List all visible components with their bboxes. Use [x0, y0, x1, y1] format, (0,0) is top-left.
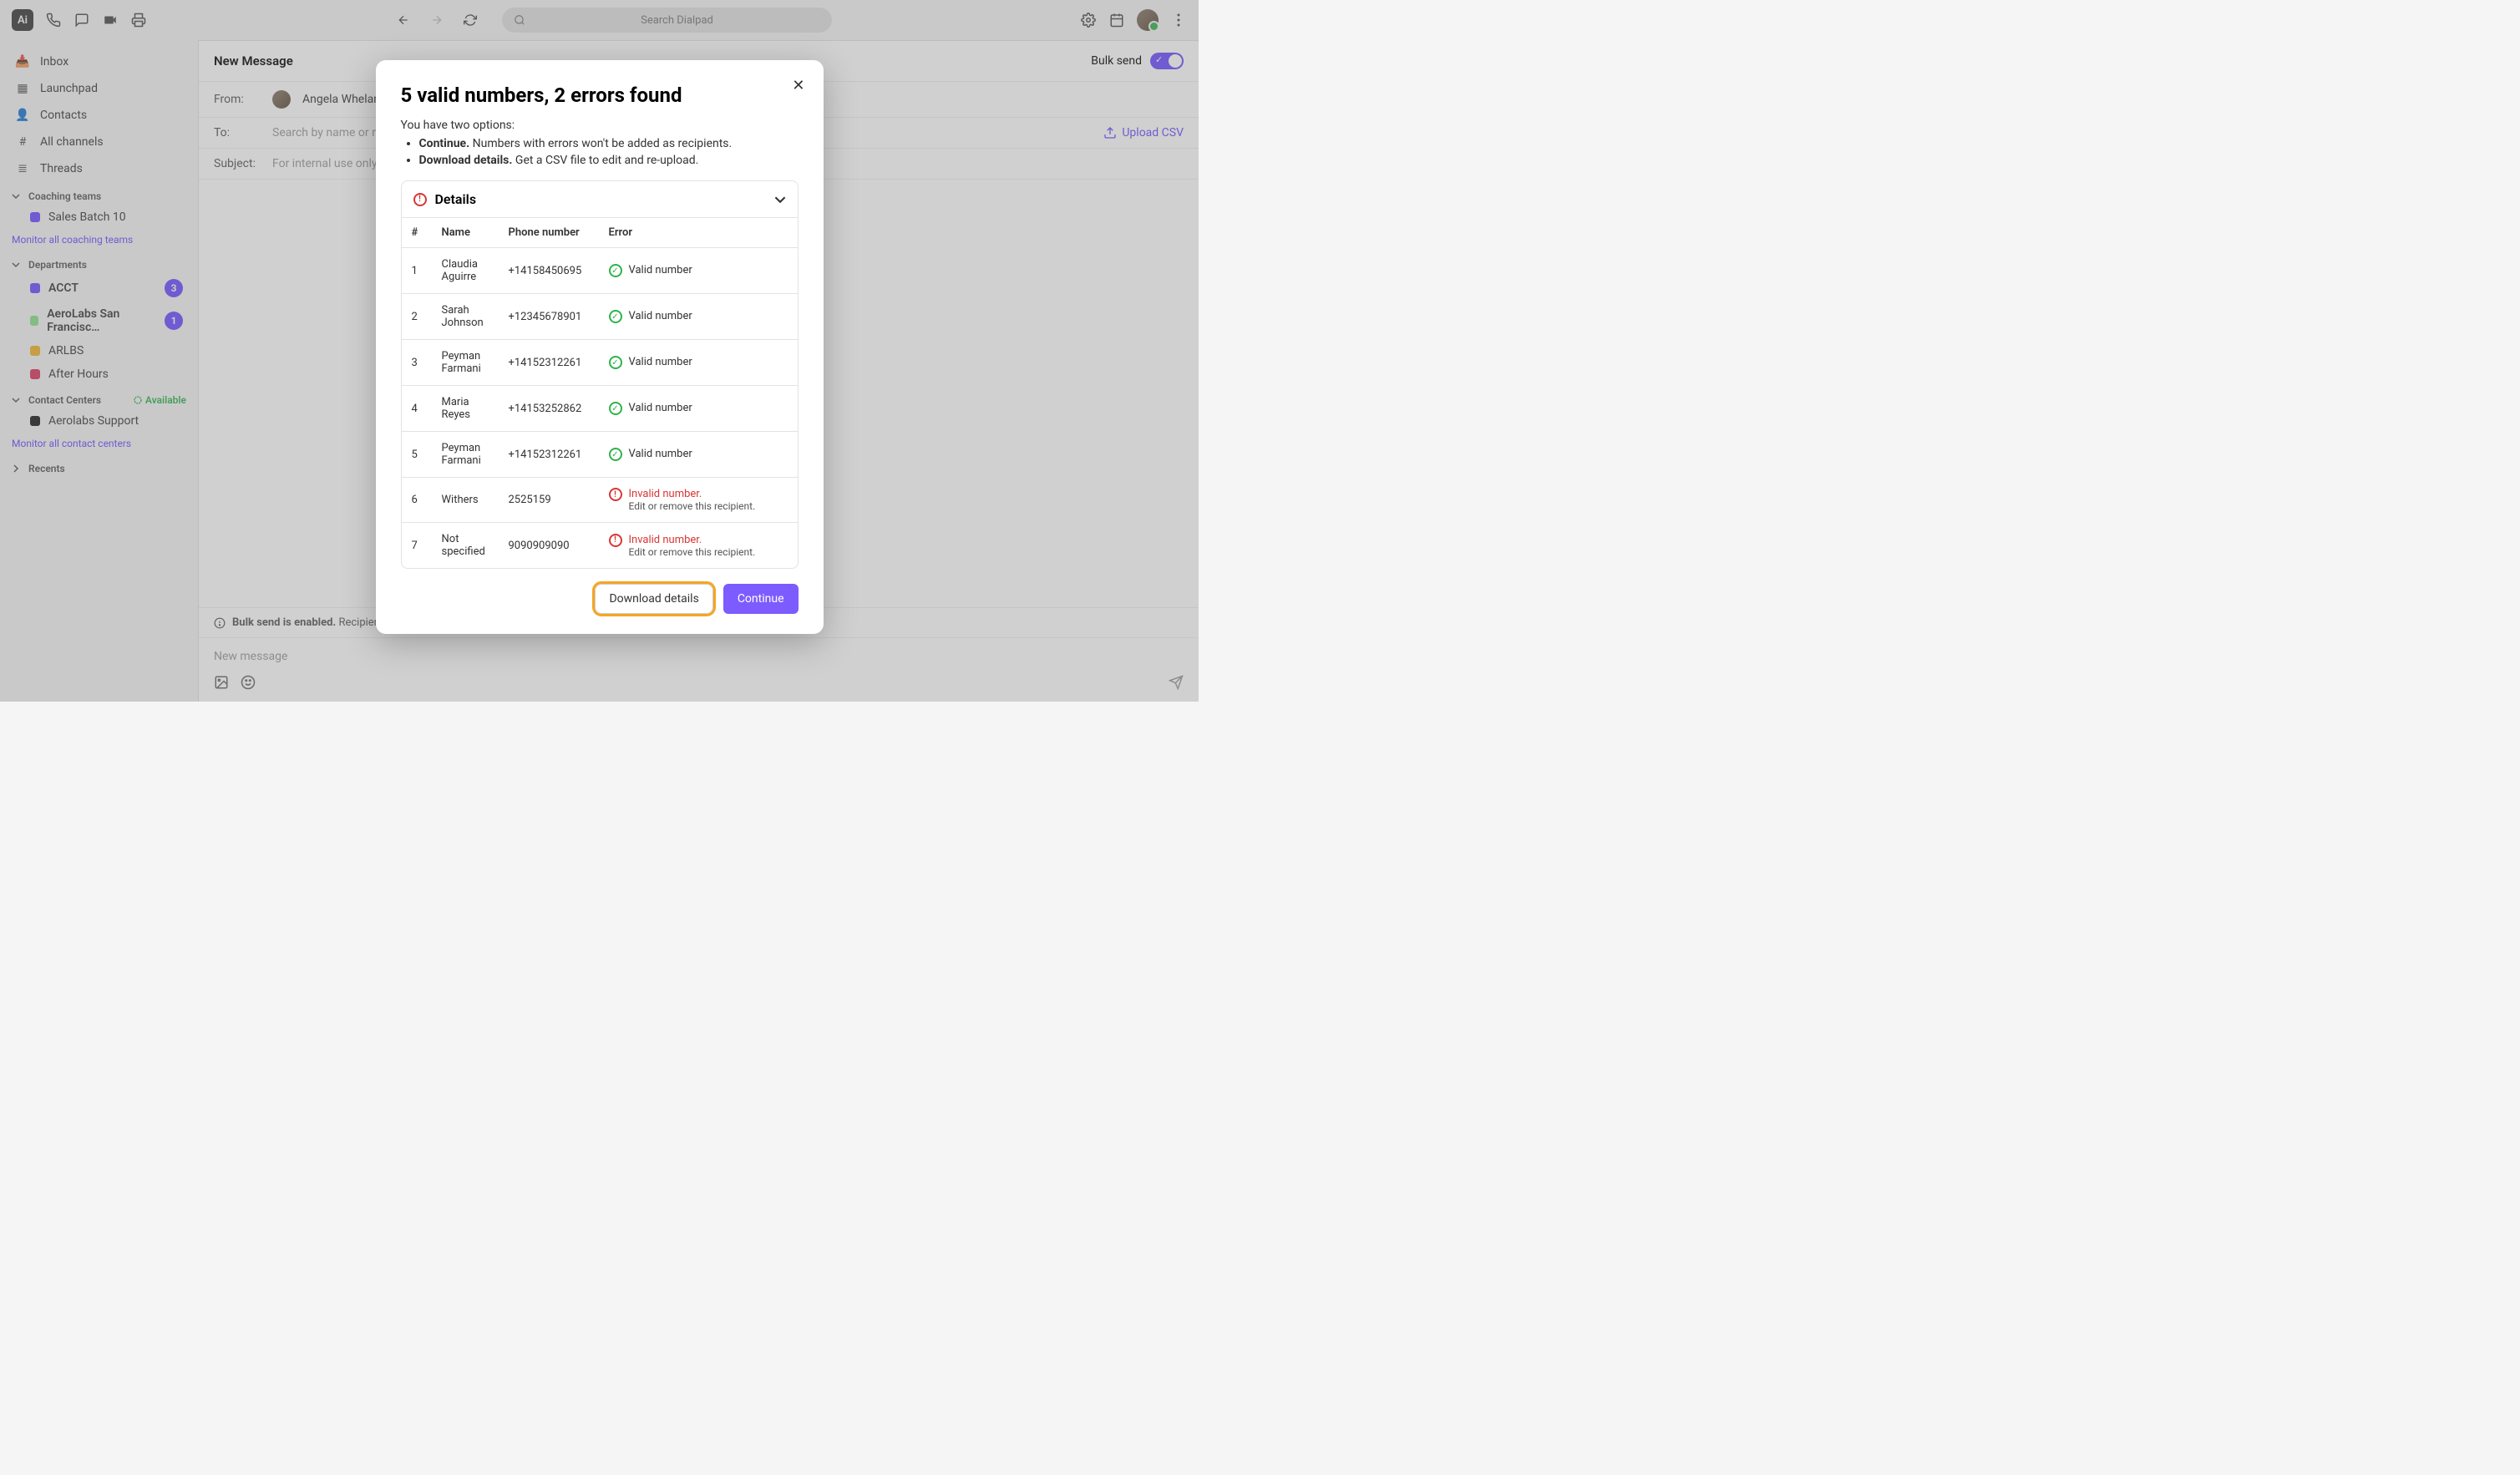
check-icon: ✓ [609, 310, 622, 323]
cell-phone: +14158450695 [499, 248, 599, 294]
error-icon: ! [609, 488, 622, 501]
details-panel: ! Details # Name Phone number Error 1Cla… [401, 180, 799, 569]
check-icon: ✓ [609, 356, 622, 369]
status-text: Valid number [629, 402, 692, 414]
status-text: Valid number [629, 310, 692, 322]
cell-name: Peyman Farmani [432, 432, 499, 478]
continue-button[interactable]: Continue [723, 584, 799, 614]
cell-index: 6 [402, 478, 432, 523]
download-details-button[interactable]: Download details [595, 584, 712, 614]
cell-index: 4 [402, 386, 432, 432]
col-error: Error [599, 218, 798, 248]
cell-status: ✓ Valid number [599, 386, 798, 432]
cell-index: 7 [402, 523, 432, 569]
status-text: Valid number [629, 264, 692, 276]
table-row: 1Claudia Aguirre+14158450695 ✓ Valid numbe… [402, 248, 798, 294]
modal-options: Continue. Numbers with errors won't be a… [419, 137, 799, 167]
opt2-text: Get a CSV file to edit and re-upload. [512, 154, 698, 167]
status-subtext: Edit or remove this recipient. [629, 546, 756, 558]
cell-name: Peyman Farmani [432, 340, 499, 386]
cell-name: Claudia Aguirre [432, 248, 499, 294]
cell-name: Sarah Johnson [432, 294, 499, 340]
check-icon: ✓ [609, 448, 622, 461]
close-button[interactable]: ✕ [792, 77, 804, 94]
cell-index: 1 [402, 248, 432, 294]
cell-phone: 2525159 [499, 478, 599, 523]
check-icon: ✓ [609, 402, 622, 415]
cell-status: ✓ Valid number [599, 294, 798, 340]
status-subtext: Edit or remove this recipient. [629, 500, 756, 512]
col-phone: Phone number [499, 218, 599, 248]
validation-modal: ✕ 5 valid numbers, 2 errors found You ha… [376, 60, 824, 634]
status-text: Valid number [629, 448, 692, 460]
col-index: # [402, 218, 432, 248]
table-row: 5Peyman Farmani+14152312261 ✓ Valid number [402, 432, 798, 478]
cell-index: 3 [402, 340, 432, 386]
cell-phone: +14153252862 [499, 386, 599, 432]
details-toggle[interactable]: ! Details [402, 181, 798, 218]
error-icon: ! [413, 193, 427, 206]
cell-phone: 9090909090 [499, 523, 599, 569]
cell-status: ✓ Valid number [599, 248, 798, 294]
cell-name: Maria Reyes [432, 386, 499, 432]
details-label: Details [435, 191, 477, 207]
cell-phone: +14152312261 [499, 432, 599, 478]
check-icon: ✓ [609, 264, 622, 277]
cell-index: 5 [402, 432, 432, 478]
cell-name: Not specified [432, 523, 499, 569]
cell-status: ✓ Valid number [599, 432, 798, 478]
cell-phone: +12345678901 [499, 294, 599, 340]
status-text: Valid number [629, 356, 692, 368]
modal-overlay: ✕ 5 valid numbers, 2 errors found You ha… [0, 0, 1199, 702]
table-row: 7Not specified9090909090! Invalid number.… [402, 523, 798, 569]
status-text: Invalid number. [629, 488, 756, 500]
error-icon: ! [609, 534, 622, 547]
opt1-text: Numbers with errors won't be added as re… [469, 137, 732, 150]
table-row: 2Sarah Johnson+12345678901 ✓ Valid number [402, 294, 798, 340]
table-row: 4Maria Reyes+14153252862 ✓ Valid number [402, 386, 798, 432]
modal-actions: Download details Continue [401, 584, 799, 614]
opt1-strong: Continue. [419, 137, 470, 150]
cell-index: 2 [402, 294, 432, 340]
chevron-down-icon [774, 194, 786, 205]
table-row: 3Peyman Farmani+14152312261 ✓ Valid number [402, 340, 798, 386]
modal-lead: You have two options: [401, 119, 799, 132]
status-text: Invalid number. [629, 534, 756, 546]
validation-table: # Name Phone number Error 1Claudia Aguir… [402, 218, 798, 568]
cell-phone: +14152312261 [499, 340, 599, 386]
opt2-strong: Download details. [419, 154, 513, 167]
cell-status: ✓ Valid number [599, 340, 798, 386]
table-row: 6Withers2525159! Invalid number.Edit or r… [402, 478, 798, 523]
modal-title: 5 valid numbers, 2 errors found [401, 84, 799, 107]
col-name: Name [432, 218, 499, 248]
cell-name: Withers [432, 478, 499, 523]
cell-status: ! Invalid number.Edit or remove this reci… [599, 478, 798, 523]
cell-status: ! Invalid number.Edit or remove this reci… [599, 523, 798, 569]
